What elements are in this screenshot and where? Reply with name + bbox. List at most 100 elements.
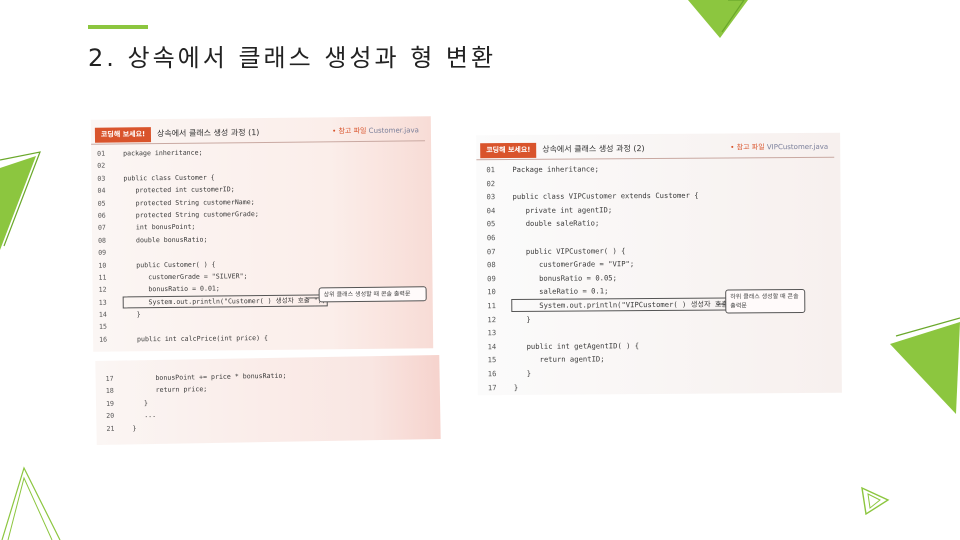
code-text: } [132,423,137,432]
code-text: } [124,310,141,319]
line-number: 11 [487,301,496,311]
right-triangle-outline [895,317,960,337]
code-text: bonusPoint += price * bonusRatio; [131,371,287,383]
card-header: 코딩해 보세요! 상속에서 클래스 생성 과정 (2) • 참고 파일 VIPC… [476,138,835,161]
title-accent-bar [88,25,148,29]
callout-note: 하위 클래스 생성할 때 콘솔 출력문 [725,288,806,314]
code-card-customer-continued: 17 bonusPoint += price * bonusRatio; 18 r… [95,355,441,445]
line-number: 02 [486,178,496,188]
left-triangle [0,156,36,250]
slide-title: 2. 상속에서 클래스 생성과 형 변환 [88,44,497,72]
line-number: 01 [486,165,496,175]
top-right-triangle-outline [721,0,745,33]
line-number: 17 [487,382,497,392]
line-number: 18 [105,387,114,396]
code-card-vipcustomer: 코딩해 보세요! 상속에서 클래스 생성 과정 (2) • 참고 파일 VIPC… [476,132,842,396]
code-text: System.out.println("VIPCustomer( ) 생성자 호… [511,296,748,313]
bottom-left-triangle-outline-2 [7,476,53,540]
code-text: package inheritance; [123,148,203,158]
code-line: 21} [106,419,287,435]
line-number: 10 [98,261,107,270]
line-number: 13 [487,328,497,338]
line-number: 15 [487,355,497,365]
right-triangle [890,322,960,414]
line-number: 07 [97,223,106,233]
code-card-customer: 코딩해 보세요! 상속에서 클래스 생성 과정 (1) • 참고 파일 Cust… [90,116,434,352]
code-text: saleRatio = 0.1; [513,286,609,297]
reference-file: • 참고 파일 Customer.java [332,126,419,136]
line-number: 16 [487,369,497,379]
code-text: public class VIPCustomer extends Custome… [512,190,699,202]
code-badge: 코딩해 보세요! [480,142,537,159]
reference-file: • 참고 파일 VIPCustomer.java [730,142,829,152]
code-text: double saleRatio; [512,218,600,229]
bottom-left-triangle-outline [1,466,61,540]
code-text: } [513,368,532,378]
card-heading: 상속에서 클래스 생성 과정 (1) [156,128,260,139]
left-triangle-outline [0,151,41,247]
code-line: 16 public int calcPrice(int price) { [99,331,326,346]
line-number: 12 [487,314,497,324]
callout-connector [717,303,726,305]
code-text: int bonusPoint; [123,223,196,232]
line-number: 10 [487,287,496,297]
line-number: 09 [487,273,496,283]
code-text: customerGrade = "VIP"; [512,259,635,270]
code-listing: 17 bonusPoint += price * bonusRatio; 18 r… [106,370,288,435]
line-number: 15 [98,323,107,332]
callout-note: 상위 클래스 생성할 때 콘솔 출력문 [318,286,427,303]
code-badge: 코딩해 보세요! [94,127,152,143]
line-number: 02 [97,162,106,171]
line-number: 06 [486,233,496,243]
line-number: 05 [97,199,106,208]
code-text: public int getAgentID( ) { [513,340,640,351]
line-number: 03 [486,192,496,202]
code-text: double bonusRatio; [124,235,208,245]
line-number: 08 [486,260,496,270]
code-text: bonusRatio = 0.05; [513,273,617,283]
code-listing: 01 package inheritance; 02 03 public class C… [97,145,328,346]
code-text: public Customer( ) { [124,260,216,269]
line-number: 04 [486,205,496,215]
line-number: 01 [97,149,106,158]
code-text: public class Customer { [123,173,215,183]
line-number: 11 [98,273,107,282]
code-text: private int agentID; [512,205,613,215]
card-header: 코딩해 보세요! 상속에서 클래스 생성 과정 (1) • 참고 파일 Cust… [90,122,426,145]
line-number: 14 [487,341,497,351]
line-number: 14 [98,310,107,319]
code-text: bonusRatio = 0.01; [124,284,220,294]
code-listing: 01 Package inheritance; 02 03 public class V… [486,161,748,394]
top-right-triangle [688,0,748,38]
card-heading: 상속에서 클래스 생성 과정 (2) [542,144,645,154]
code-text: public VIPCustomer( ) { [512,245,626,256]
code-text: System.out.println("Customer( ) 생성자 호출 "… [122,293,328,309]
line-number: 19 [105,399,115,408]
code-text: public int calcPrice(int price) { [125,333,269,344]
code-text: return agentID; [513,354,605,365]
line-number: 09 [98,248,107,257]
code-text: Package inheritance; [512,164,599,175]
line-number: 12 [98,285,107,295]
callout-connector [306,297,319,299]
code-text: protected String customerName; [123,197,255,208]
line-number: 16 [99,335,108,344]
line-number: 04 [97,186,106,195]
line-number: 06 [97,211,106,220]
code-text: protected String customerGrade; [123,209,259,220]
code-line: 17} [488,379,746,394]
code-text: protected int customerID; [123,185,235,195]
line-number: 08 [98,236,107,245]
line-number: 21 [106,424,115,433]
play-triangle-icon [861,486,890,516]
line-number: 03 [97,174,106,183]
code-text: } [513,314,531,324]
code-text: return price; [131,385,208,395]
line-number: 17 [105,374,114,383]
code-text: ... [132,411,157,420]
code-text: } [513,382,519,392]
line-number: 05 [486,219,496,229]
line-number: 07 [486,246,496,256]
code-text: customerGrade = "SILVER"; [124,272,248,282]
code-text: } [131,398,148,408]
